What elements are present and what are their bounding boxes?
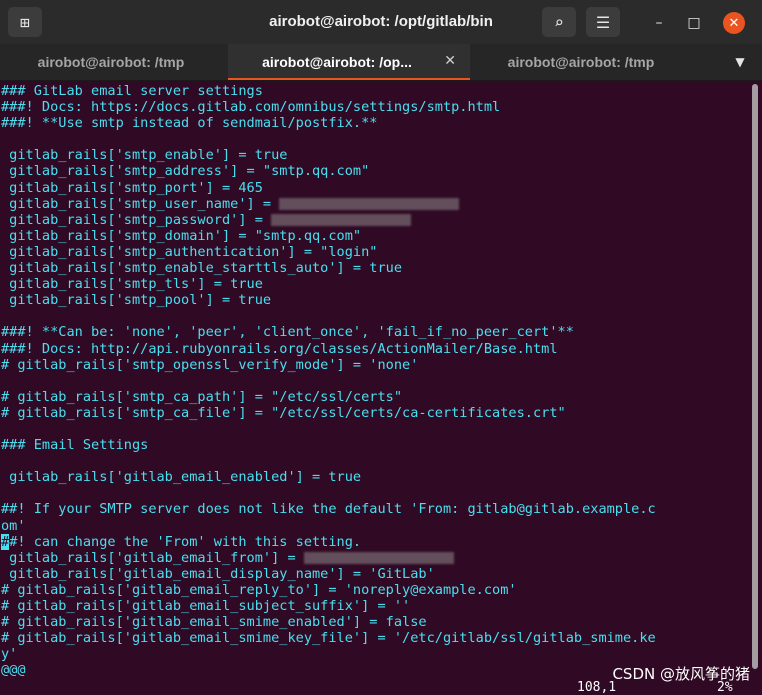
- terminal-line: # gitlab_rails['smtp_ca_file'] = "/etc/s…: [1, 404, 566, 421]
- terminal-line-redacted: gitlab_rails['smtp_user_name'] =: [0, 196, 746, 212]
- terminal-line: gitlab_rails['smtp_address'] = "smtp.qq.…: [1, 163, 370, 180]
- terminal-line: # gitlab_rails['gitlab_email_smime_key_f…: [1, 630, 656, 647]
- terminal-line: # gitlab_rails['gitlab_email_smime_enabl…: [1, 614, 427, 631]
- terminal-line: # gitlab_rails['smtp_ca_path'] = "/etc/s…: [1, 388, 403, 405]
- tab-label: airobot@airobot: /tmp: [37, 54, 185, 70]
- terminal-line: ### Email Settings: [1, 437, 149, 454]
- tab-opt-gitlab[interactable]: airobot@airobot: /op... ✕: [228, 44, 470, 80]
- line-text: #! can change the 'From' with this setti…: [9, 533, 362, 550]
- terminal-line: gitlab_rails['gitlab_email_display_name'…: [1, 565, 435, 582]
- terminal-line: gitlab_rails['smtp_port'] = 465: [1, 179, 263, 196]
- terminal-line: gitlab_rails['smtp_pool'] = true: [1, 292, 272, 309]
- search-button[interactable]: ⌕: [542, 7, 576, 37]
- maximize-button[interactable]: □: [683, 12, 705, 34]
- tab-tmp-1[interactable]: airobot@airobot: /tmp: [0, 44, 222, 80]
- redacted-value: [279, 197, 460, 210]
- scrollbar[interactable]: [752, 84, 758, 669]
- line-text: gitlab_rails['smtp_user_name'] =: [1, 195, 280, 212]
- line-text: gitlab_rails['gitlab_email_from'] =: [1, 549, 304, 566]
- terminal-line-with-cursor: ##! can change the 'From' with this sett…: [0, 533, 746, 550]
- terminal-line: ###! Docs: https://docs.gitlab.com/omnib…: [1, 99, 501, 116]
- redacted-value: [271, 213, 412, 226]
- close-button[interactable]: ✕: [723, 12, 745, 34]
- tab-close-icon[interactable]: ✕: [444, 53, 456, 69]
- tab-tmp-2[interactable]: airobot@airobot: /tmp: [470, 44, 692, 80]
- terminal-line: # gitlab_rails['gitlab_email_subject_suf…: [1, 598, 411, 614]
- search-icon: ⌕: [554, 12, 564, 32]
- menu-button[interactable]: ☰: [586, 7, 620, 37]
- text-cursor: #: [1, 533, 10, 550]
- terminal-line: ### GitLab email server settings: [1, 83, 263, 99]
- terminal-line: y': [1, 646, 18, 663]
- scroll-percent: 2%: [717, 680, 733, 695]
- tab-bar: airobot@airobot: /tmp airobot@airobot: /…: [0, 44, 762, 81]
- terminal-line: gitlab_rails['smtp_domain'] = "smtp.qq.c…: [1, 227, 362, 244]
- redacted-value: [303, 551, 454, 564]
- terminal-line: # gitlab_rails['gitlab_email_reply_to'] …: [1, 581, 517, 598]
- terminal-line: gitlab_rails['smtp_enable'] = true: [1, 147, 288, 164]
- line-text: gitlab_rails['smtp_password'] =: [1, 211, 272, 228]
- terminal-line: gitlab_rails['smtp_tls'] = true: [1, 276, 263, 293]
- cursor-position: 108,1: [577, 680, 617, 695]
- terminal-line: gitlab_rails['gitlab_email_enabled'] = t…: [1, 469, 362, 486]
- terminal-line: ###! **Can be: 'none', 'peer', 'client_o…: [1, 324, 574, 341]
- title-bar: ⊞ airobot@airobot: /opt/gitlab/bin ⌕ ☰ –…: [0, 0, 762, 44]
- hamburger-menu-icon: ☰: [595, 12, 611, 32]
- terminal-line: ##! If your SMTP server does not like th…: [1, 501, 656, 518]
- tab-label: airobot@airobot: /op...: [262, 54, 412, 70]
- terminal-line: ###! **Use smtp instead of sendmail/post…: [1, 115, 378, 132]
- tabs-dropdown-icon[interactable]: ▼: [730, 54, 750, 70]
- terminal-line: ###! Docs: http://api.rubyonrails.org/cl…: [1, 340, 558, 357]
- terminal-line: om': [1, 517, 26, 534]
- terminal-line: # gitlab_rails['smtp_openssl_verify_mode…: [1, 356, 419, 373]
- terminal-line: gitlab_rails['smtp_authentication'] = "l…: [1, 243, 378, 260]
- terminal-line: gitlab_rails['smtp_enable_starttls_auto'…: [1, 260, 403, 277]
- tab-label: airobot@airobot: /tmp: [507, 54, 655, 70]
- terminal-line-redacted: gitlab_rails['gitlab_email_from'] =: [0, 550, 746, 566]
- minimize-button[interactable]: –: [648, 12, 670, 34]
- terminal-line-redacted: gitlab_rails['smtp_password'] =: [0, 212, 746, 228]
- terminal-content[interactable]: ### GitLab email server settings ###! Do…: [0, 80, 746, 695]
